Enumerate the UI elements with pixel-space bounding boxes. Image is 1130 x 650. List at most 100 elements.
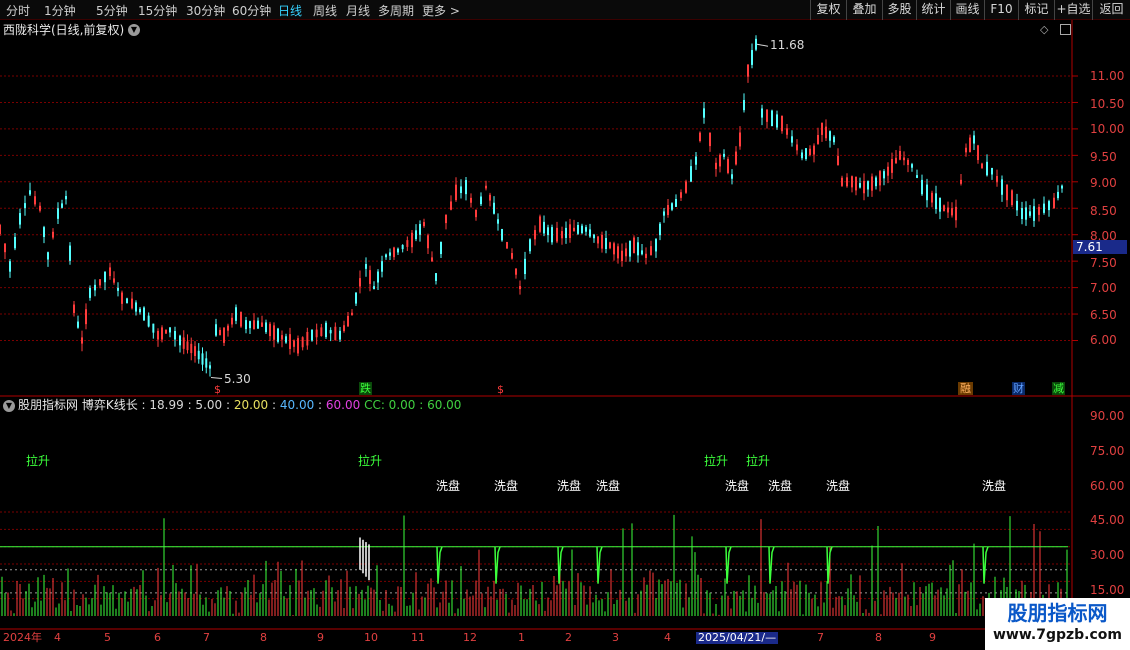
candle-body [703,108,705,118]
candle-body [621,250,623,261]
window-toggle-icon[interactable] [1060,24,1071,35]
candle-body [73,304,75,313]
candle-body [89,287,91,298]
event-marker-dollar[interactable]: $ [497,383,504,396]
candle-body [751,50,753,65]
indicator-name: 博弈K线长 [81,398,138,412]
candle-body [493,202,495,214]
candle-body [539,216,541,232]
wash-signal-dip [494,546,501,584]
candle-body [813,145,815,155]
chart-menu-icon[interactable]: ▼ [128,24,140,36]
indicator-source: 股朋指标网 [18,398,79,412]
candle-body [161,327,163,340]
candle-body [781,116,783,132]
add-watchlist-button[interactable]: +自选 [1054,0,1092,20]
period-tab-15min[interactable]: 15分钟 [138,2,177,19]
candle-body [179,335,181,346]
multi-stock-button[interactable]: 多股 [882,0,916,20]
candle-body [833,136,835,143]
date-label: 4 [54,631,61,644]
indicator-tick: 60.00 [1090,479,1125,493]
candle-body [829,131,831,141]
date-label: 5 [104,631,111,644]
candle-body [996,176,998,183]
candle-body [519,286,521,290]
stats-button[interactable]: 统计 [916,0,950,20]
candle-body [699,132,701,141]
indicator-readout: : 18.99 : 5.00 : 20.00 : 40.00 : 60.00 C… [142,398,462,412]
candle-body [883,171,885,179]
event-marker-dollar[interactable]: $ [214,383,221,396]
period-tab-30min[interactable]: 30分钟 [186,2,225,19]
candle-body [269,323,271,337]
event-marker-margin[interactable]: 融 [958,382,973,395]
candle-body [977,145,979,161]
candle-body [663,211,665,216]
mark-button[interactable]: 标记 [1018,0,1054,20]
candle-body [609,242,611,249]
readout-value: 60.00 [325,398,365,412]
period-tab-5min[interactable]: 5分钟 [96,2,128,19]
candle-body [253,320,255,329]
date-label: 8 [875,631,882,644]
candle-body [931,192,933,203]
candle-body [147,315,150,327]
date-label: 3 [612,631,619,644]
draw-button[interactable]: 画线 [950,0,984,20]
candle-body [903,157,905,161]
back-button[interactable]: 返回 [1092,0,1130,20]
period-tab-realtime[interactable]: 分时 [6,2,30,19]
date-label: 4 [664,631,671,644]
candle-body [215,324,217,336]
price-tick: 9.50 [1090,150,1117,164]
candle-body [821,122,823,135]
candle-body [301,337,304,348]
period-tab-1min[interactable]: 1分钟 [44,2,76,19]
candle-body [397,248,399,253]
candle-body [776,114,778,128]
date-label: 10 [364,631,378,644]
candle-body [369,270,371,284]
signal-wash-label: 洗盘 [494,479,519,493]
period-tab-60min[interactable]: 60分钟 [232,2,271,19]
readout-value: 20.00 [233,398,272,412]
candle-body [343,325,345,332]
chart-canvas[interactable] [0,20,1130,650]
candle-body [131,298,133,309]
adjust-button[interactable]: 复权 [810,0,846,20]
candle-body [261,322,263,327]
candle-body [43,227,45,237]
more-button[interactable]: 更多 > [422,2,460,19]
candle-body [381,261,383,272]
candle-body [182,337,185,349]
signal-rise-label: 拉升 [746,454,771,468]
price-tick: 6.50 [1090,308,1117,322]
low-price-label: 5.30 [224,372,251,386]
candle-body [891,158,893,173]
event-marker-reduce[interactable]: 减 [1052,382,1065,395]
candle-body [695,156,697,165]
overlay-button[interactable]: 叠加 [846,0,882,20]
event-marker-drop[interactable]: 跌 [359,382,372,395]
period-tab-daily[interactable]: 日线 [278,2,302,19]
indicator-menu-icon[interactable]: ▼ [3,400,15,412]
event-marker-finance[interactable]: 财 [1012,382,1025,395]
candle-body [470,197,472,203]
settings-diamond-icon[interactable]: ◇ [1040,23,1048,36]
indicator-tick: 75.00 [1090,444,1125,458]
date-label: 12 [463,631,477,644]
period-tab-weekly[interactable]: 周线 [313,2,337,19]
candle-body [973,135,975,144]
readout-value: : 18.99 : 5.00 : [141,398,234,412]
signal-wash-label: 洗盘 [596,479,621,493]
f10-button[interactable]: F10 [984,0,1018,20]
period-tab-monthly[interactable]: 月线 [346,2,370,19]
period-tab-multi[interactable]: 多周期 [378,2,414,19]
candle-body [455,184,457,201]
candle-body [855,176,857,191]
candle-body [169,327,171,333]
watermark-title: 股朋指标网 [1007,601,1108,625]
candle-body [825,126,827,139]
candle-body [377,271,379,283]
